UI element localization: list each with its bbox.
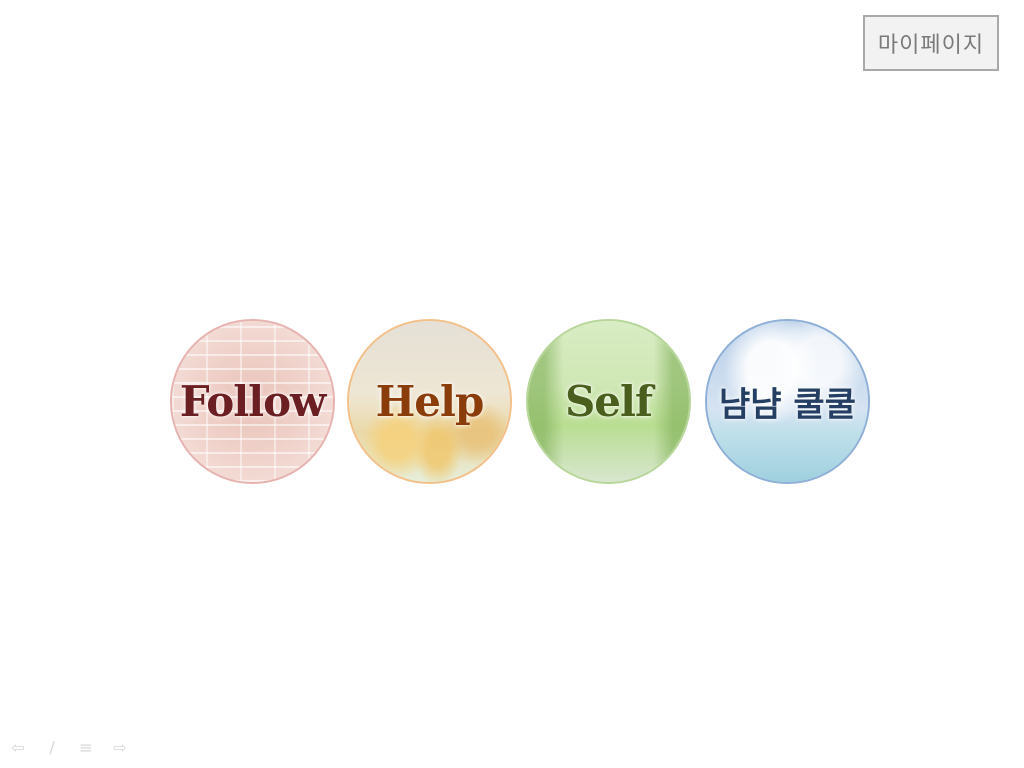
slide-canvas: 마이페이지 Follow Help Self 냠냠 쿨쿨 ⇦ ∕ ≡ ⇨ <box>0 0 1024 768</box>
slide-navigation: ⇦ ∕ ≡ ⇨ <box>8 738 130 757</box>
nyamnyam-kulkul-label: 냠냠 쿨쿨 <box>719 385 856 425</box>
follow-circle-button[interactable]: Follow <box>170 319 335 484</box>
menu-icon[interactable]: ≡ <box>76 738 96 757</box>
self-label: Self <box>564 377 653 426</box>
help-circle-button[interactable]: Help <box>347 319 512 484</box>
forward-arrow-icon[interactable]: ⇨ <box>110 738 130 757</box>
back-arrow-icon[interactable]: ⇦ <box>8 738 28 757</box>
self-circle-button[interactable]: Self <box>526 319 691 484</box>
pen-icon[interactable]: ∕ <box>42 738 62 757</box>
follow-label: Follow <box>179 377 327 426</box>
mypage-button[interactable]: 마이페이지 <box>863 15 999 71</box>
nyamnyam-kulkul-circle-button[interactable]: 냠냠 쿨쿨 <box>705 319 870 484</box>
help-label: Help <box>375 377 485 426</box>
